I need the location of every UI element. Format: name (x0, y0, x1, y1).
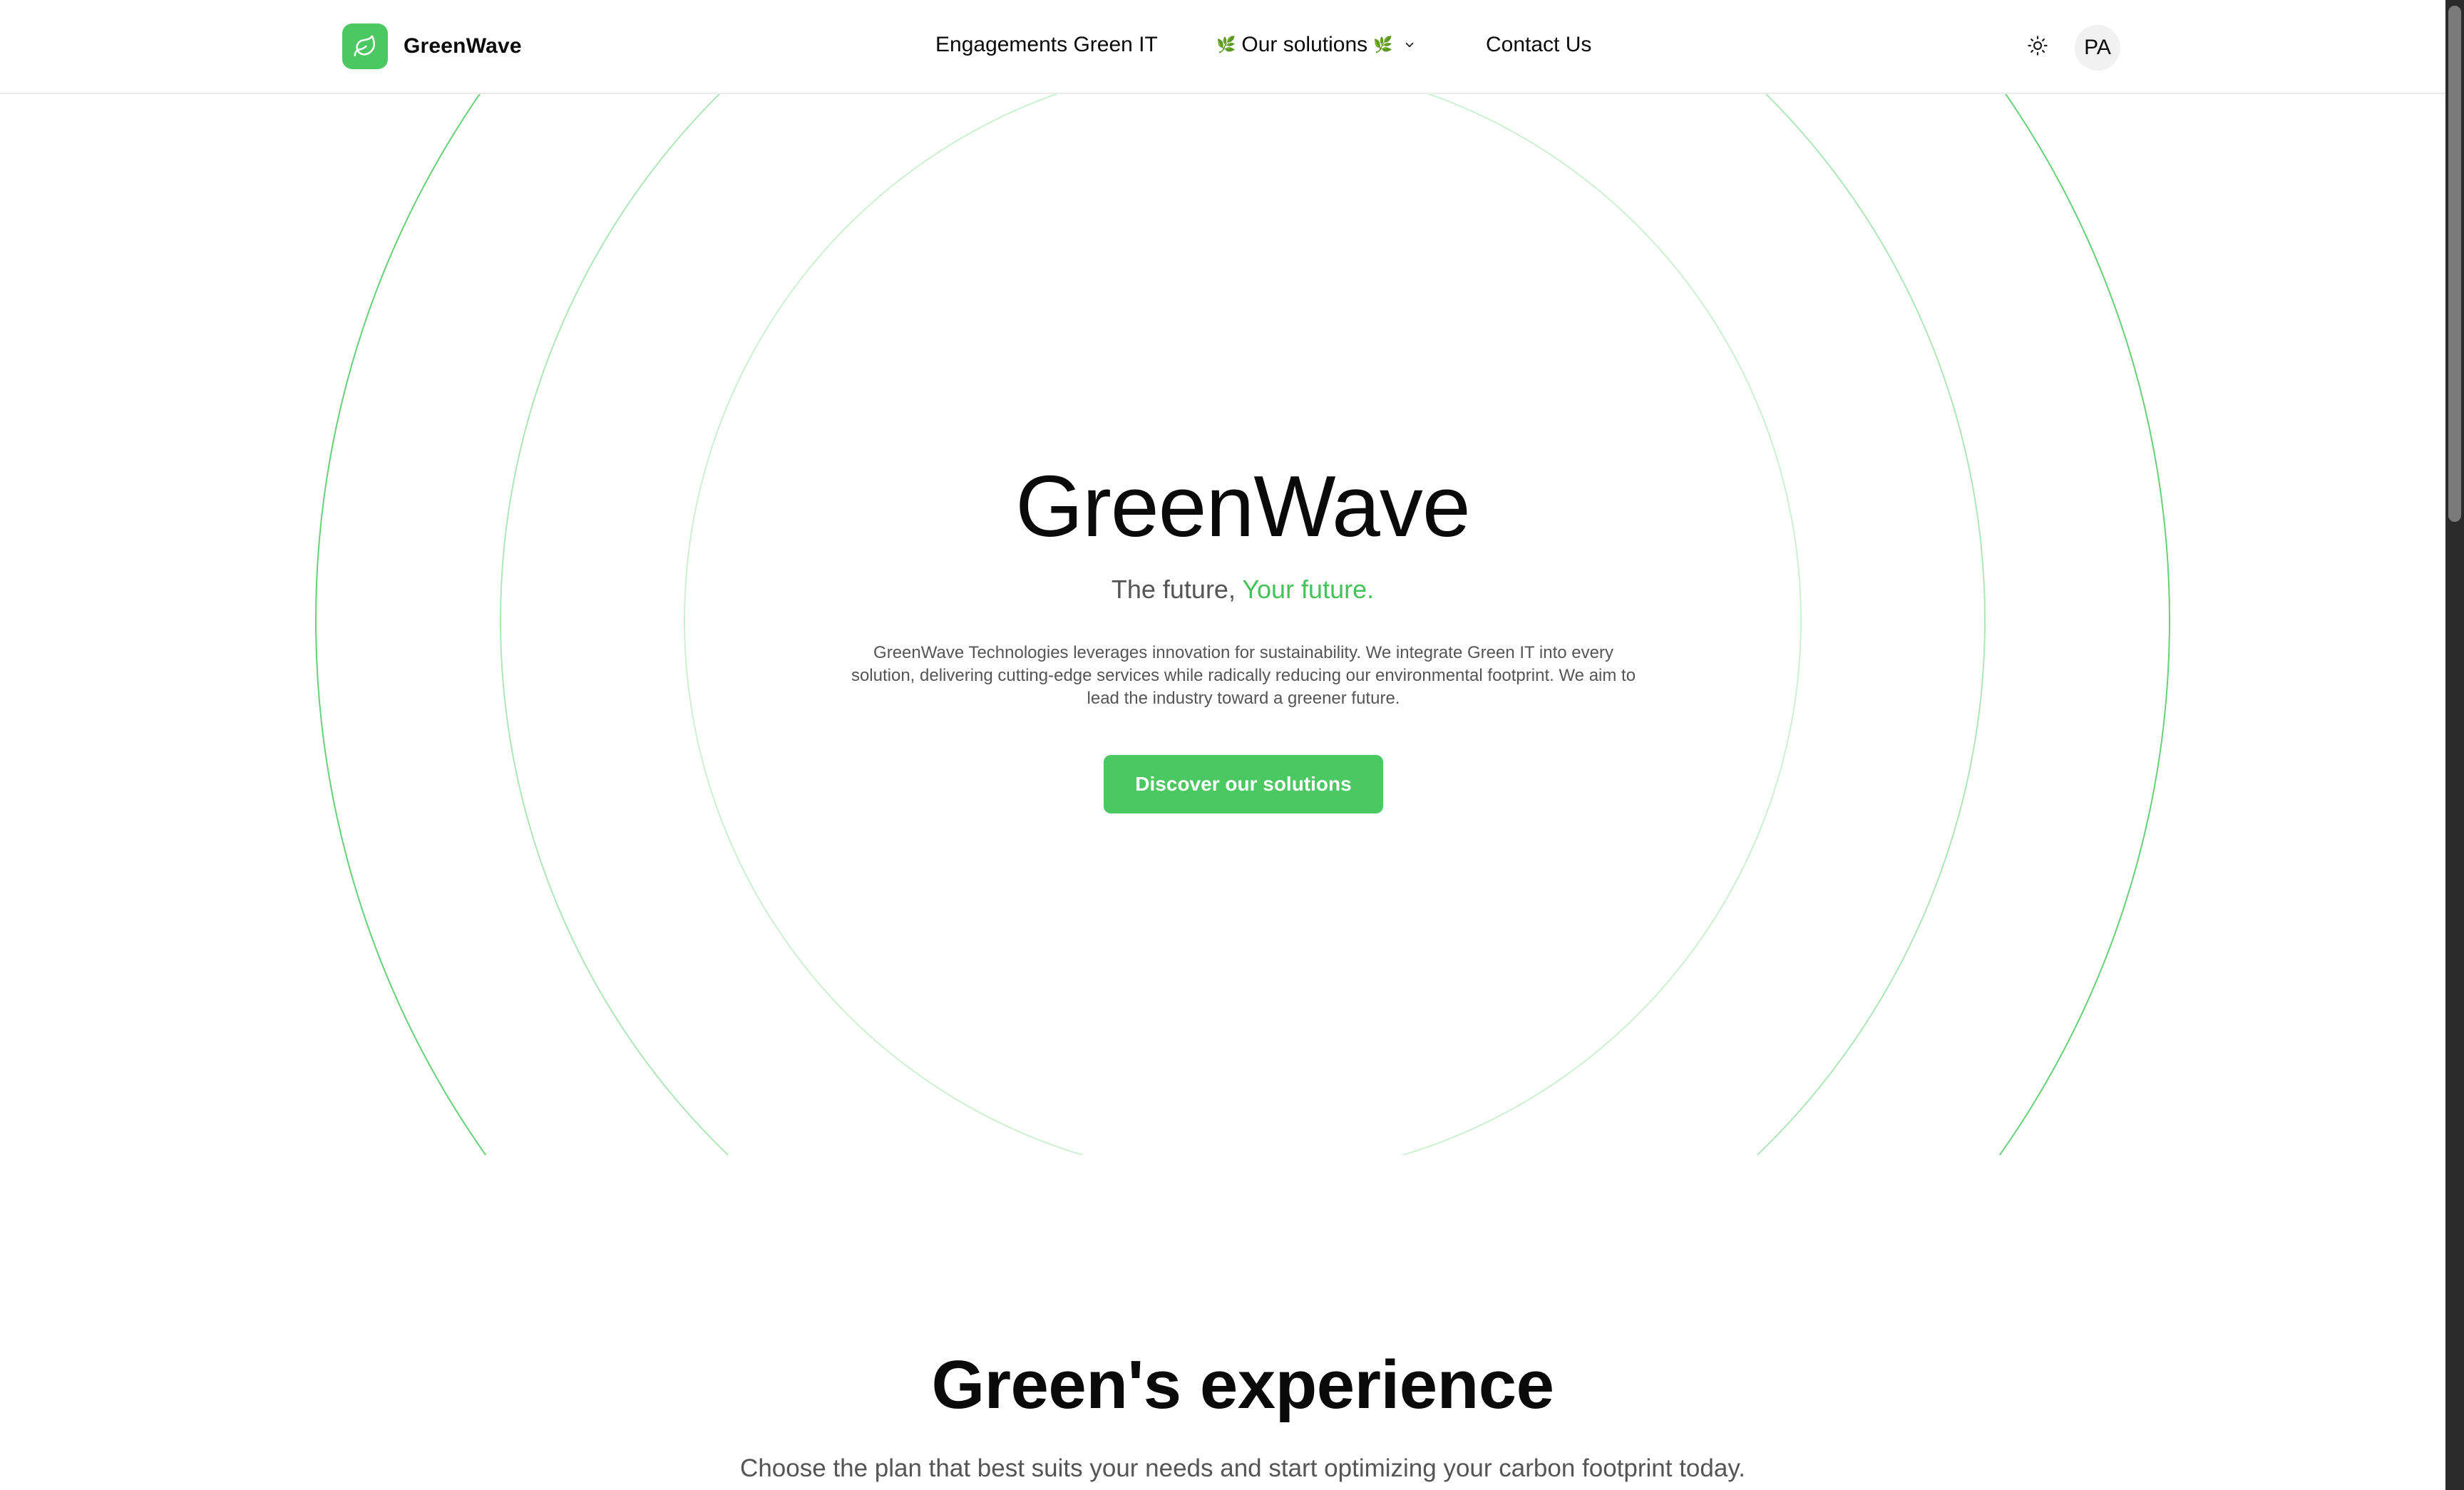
nav-our-solutions-dropdown[interactable]: 🌿 Our solutions 🌿 (1216, 33, 1416, 57)
sun-icon (2027, 35, 2048, 60)
user-avatar[interactable]: PA (2075, 25, 2120, 71)
hero-section: GreenWave The future, Your future. Green… (0, 94, 2445, 1155)
nav-solutions-label: Our solutions (1241, 33, 1368, 56)
tagline-prefix: The future, (1111, 575, 1236, 604)
hero-rings-decoration (315, 94, 2170, 1155)
avatar-initials: PA (2084, 36, 2111, 59)
discover-solutions-button[interactable]: Discover our solutions (1104, 755, 1383, 813)
hero-title: GreenWave (1015, 458, 1470, 555)
hero-description: GreenWave Technologies leverages innovat… (851, 643, 1636, 708)
hero-tagline: The future, Your future. (0, 575, 2445, 605)
page: GreenWave Engagements Green IT 🌿 Our sol… (0, 0, 2464, 1490)
hero-ring-outer (315, 94, 2170, 1155)
section-subtitle: Choose the plan that best suits your nee… (740, 1454, 1745, 1482)
theme-toggle-button[interactable] (2022, 31, 2053, 63)
nav-contact-label: Contact Us (1486, 33, 1592, 56)
leaf-emoji-icon: 🌿 (1216, 36, 1236, 53)
section-title: Green's experience (931, 1347, 1555, 1423)
nav-engagements-green-it[interactable]: Engagements Green IT (935, 33, 1158, 57)
hero-ring-inner (684, 94, 1802, 1155)
hero-ring-middle (500, 94, 1986, 1155)
leaf-emoji-icon: 🌿 (1373, 36, 1393, 53)
site-header: GreenWave Engagements Green IT 🌿 Our sol… (0, 0, 2445, 94)
scrollbar-thumb[interactable] (2448, 6, 2461, 522)
nav-contact-us[interactable]: Contact Us (1486, 33, 1591, 57)
chevron-down-icon (1403, 33, 1416, 57)
tagline-accent: Your future. (1242, 575, 1375, 604)
nav-engagements-label: Engagements Green IT (935, 33, 1158, 56)
